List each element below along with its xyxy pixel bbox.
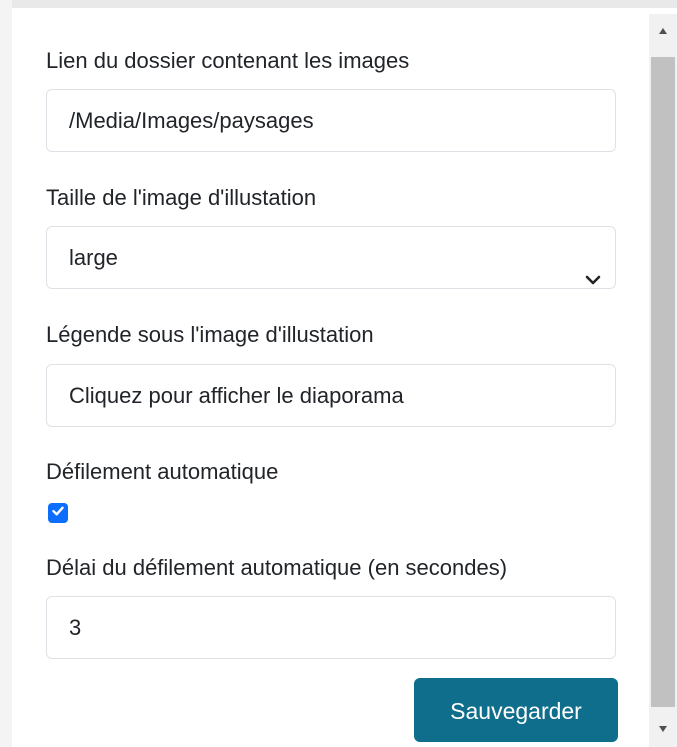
image-size-select[interactable]: large xyxy=(46,226,616,289)
left-border xyxy=(0,0,12,747)
chevron-down-icon xyxy=(585,250,601,284)
autoscroll-label: Défilement automatique xyxy=(46,459,279,484)
scrollbar[interactable] xyxy=(649,14,677,747)
delay-label: Délai du défilement automatique (en seco… xyxy=(46,555,508,580)
triangle-down-icon[interactable] xyxy=(649,714,677,744)
autoscroll-checkbox[interactable] xyxy=(48,503,68,523)
save-button[interactable]: Sauvegarder xyxy=(414,678,618,742)
delay-input[interactable] xyxy=(46,596,616,659)
check-icon xyxy=(51,504,65,523)
caption-input[interactable] xyxy=(46,364,616,427)
settings-panel: Lien du dossier contenant les images Tai… xyxy=(0,0,677,747)
caption-label: Légende sous l'image d'illustation xyxy=(46,322,374,347)
image-size-selected-value: large xyxy=(69,245,118,270)
top-border xyxy=(0,0,677,8)
triangle-up-icon[interactable] xyxy=(649,16,677,46)
folder-link-input[interactable] xyxy=(46,89,616,152)
image-size-label: Taille de l'image d'illustation xyxy=(46,185,317,210)
folder-link-label: Lien du dossier contenant les images xyxy=(46,48,410,73)
scroll-thumb[interactable] xyxy=(651,57,675,707)
